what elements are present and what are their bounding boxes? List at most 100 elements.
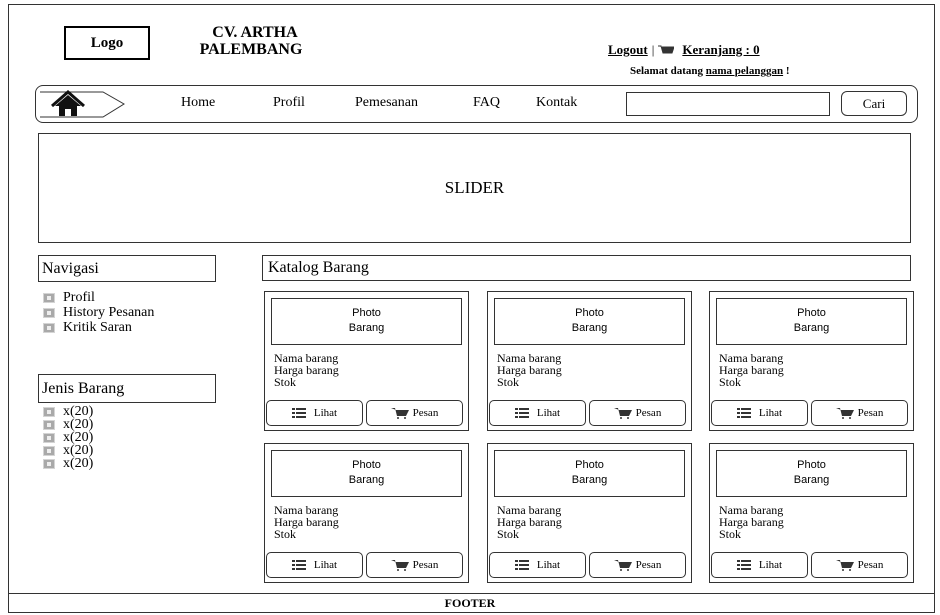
search-input[interactable]	[626, 92, 830, 116]
product-photo-line-2: Barang	[571, 474, 608, 486]
logout-link[interactable]: Logout	[608, 42, 648, 57]
bullet-icon	[43, 292, 55, 303]
product-card: Photo Barang Nama barang Harga barang St…	[264, 291, 469, 431]
top-links: Logout | Keranjang : 0	[608, 42, 760, 58]
order-button-label: Pesan	[857, 559, 884, 571]
order-button[interactable]: Pesan	[366, 552, 463, 578]
sidebar-item-profil[interactable]: Profil	[43, 290, 154, 305]
cart-icon	[613, 408, 632, 419]
product-stock: Stok	[497, 527, 520, 541]
sidebar-item-kritik-saran[interactable]: Kritik Saran	[43, 320, 154, 335]
bullet-icon	[43, 419, 55, 430]
product-photo-line-1: Photo	[797, 307, 826, 319]
cart-link[interactable]: Keranjang : 0	[682, 42, 759, 57]
cart-icon	[613, 560, 632, 571]
view-button-label: Lihat	[313, 559, 338, 571]
order-button[interactable]: Pesan	[366, 400, 463, 426]
bullet-icon	[43, 322, 55, 333]
order-button[interactable]: Pesan	[811, 552, 908, 578]
slider[interactable]: SLIDER	[38, 133, 911, 243]
sidebar-item-label: History Pesanan	[63, 305, 155, 320]
product-stock: Stok	[274, 527, 297, 541]
order-button[interactable]: Pesan	[589, 400, 686, 426]
product-photo: Photo Barang	[494, 298, 685, 345]
product-stock: Stok	[719, 527, 742, 541]
product-stock: Stok	[719, 375, 742, 389]
order-button-label: Pesan	[635, 407, 662, 419]
product-photo-line-1: Photo	[352, 459, 381, 471]
brand-name: CV. ARTHA PALEMBANG	[176, 24, 326, 58]
view-button[interactable]: Lihat	[266, 400, 363, 426]
logo[interactable]: Logo	[64, 26, 150, 60]
footer-divider	[8, 593, 935, 594]
customer-name-link[interactable]: nama pelanggan	[706, 65, 783, 77]
product-info: Nama barang Harga barang Stok	[274, 352, 339, 388]
view-button-label: Lihat	[758, 407, 783, 419]
footer-label: FOOTER	[444, 596, 496, 610]
brand-line-2: PALEMBANG	[199, 41, 303, 58]
product-info: Nama barang Harga barang Stok	[497, 352, 562, 388]
nav-bar: Home Profil Pemesanan FAQ Kontak Cari	[35, 85, 918, 123]
cart-icon	[658, 45, 675, 54]
nav-profil[interactable]: Profil	[273, 95, 305, 111]
home-icon[interactable]	[36, 86, 136, 122]
nav-faq[interactable]: FAQ	[473, 95, 500, 111]
list-icon	[736, 560, 751, 570]
view-button-label: Lihat	[758, 559, 783, 571]
product-photo-line-2: Barang	[793, 322, 830, 334]
cart-icon	[835, 408, 854, 419]
list-icon	[736, 408, 751, 418]
bullet-icon	[43, 458, 55, 469]
product-photo-line-1: Photo	[797, 459, 826, 471]
order-button-label: Pesan	[857, 407, 884, 419]
view-button-label: Lihat	[313, 407, 338, 419]
nav-pemesanan[interactable]: Pemesanan	[355, 95, 418, 111]
cart-icon	[835, 560, 854, 571]
view-button[interactable]: Lihat	[711, 552, 808, 578]
product-photo-line-2: Barang	[793, 474, 830, 486]
product-card: Photo Barang Nama barang Harga barang St…	[709, 291, 914, 431]
cart-icon	[390, 408, 409, 419]
product-photo: Photo Barang	[271, 298, 462, 345]
product-photo-line-2: Barang	[348, 474, 385, 486]
sidebar-item-history-pesanan[interactable]: History Pesanan	[43, 305, 154, 320]
product-stock: Stok	[274, 375, 297, 389]
search-button[interactable]: Cari	[841, 91, 907, 116]
welcome-suffix: !	[785, 65, 790, 77]
logo-label: Logo	[90, 34, 124, 51]
product-info: Nama barang Harga barang Stok	[274, 504, 339, 540]
product-photo: Photo Barang	[716, 298, 907, 345]
view-button[interactable]: Lihat	[711, 400, 808, 426]
nav-kontak[interactable]: Kontak	[536, 95, 577, 111]
slider-label: SLIDER	[444, 178, 505, 197]
product-card: Photo Barang Nama barang Harga barang St…	[709, 443, 914, 583]
product-photo: Photo Barang	[716, 450, 907, 497]
order-button-label: Pesan	[412, 407, 439, 419]
product-card: Photo Barang Nama barang Harga barang St…	[487, 291, 692, 431]
view-button[interactable]: Lihat	[489, 552, 586, 578]
product-info: Nama barang Harga barang Stok	[719, 504, 784, 540]
nav-home[interactable]: Home	[181, 95, 215, 111]
list-icon	[514, 560, 529, 570]
order-button-label: Pesan	[412, 559, 439, 571]
order-button[interactable]: Pesan	[811, 400, 908, 426]
bullet-icon	[43, 406, 55, 417]
view-button[interactable]: Lihat	[266, 552, 363, 578]
list-icon	[514, 408, 529, 418]
order-button[interactable]: Pesan	[589, 552, 686, 578]
cart-icon	[390, 560, 409, 571]
category-item[interactable]: x(20)	[43, 457, 93, 471]
link-separator: |	[651, 42, 655, 57]
category-list: x(20) x(20) x(20) x(20) x(20)	[43, 405, 93, 471]
bullet-icon	[43, 445, 55, 456]
product-photo: Photo Barang	[271, 450, 462, 497]
view-button[interactable]: Lihat	[489, 400, 586, 426]
navigation-heading: Navigasi	[38, 255, 216, 282]
welcome-text: Selamat datang nama pelanggan !	[630, 65, 790, 77]
product-photo-line-1: Photo	[352, 307, 381, 319]
sidebar-item-label: Kritik Saran	[63, 320, 132, 335]
product-info: Nama barang Harga barang Stok	[719, 352, 784, 388]
navigation-list: Profil History Pesanan Kritik Saran	[43, 290, 154, 335]
bullet-icon	[43, 432, 55, 443]
category-heading: Jenis Barang	[38, 374, 216, 403]
